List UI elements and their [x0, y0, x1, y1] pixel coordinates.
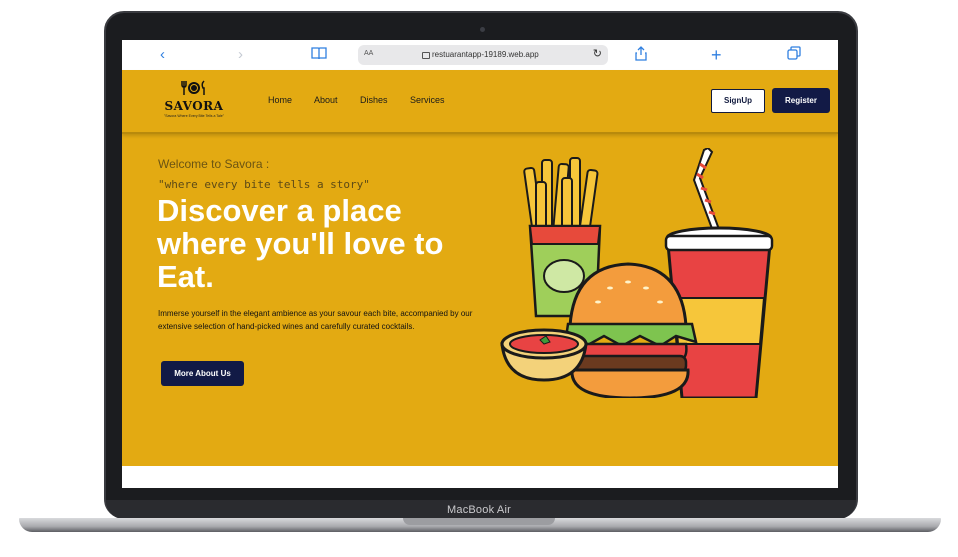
address-bar[interactable]: AA restuarantapp-19189.web.app ↻: [358, 45, 608, 65]
cutlery-plate-icon: [152, 80, 236, 99]
nav-home[interactable]: Home: [268, 95, 292, 105]
register-button[interactable]: Register: [772, 88, 830, 113]
hero-headline: Discover a place where you'll love to Ea…: [157, 193, 444, 294]
browser-toolbar: ‹ › AA restuarantapp-19189.web.app ↻ +: [122, 40, 838, 71]
share-icon[interactable]: [635, 46, 647, 64]
device-label: MacBook Air: [447, 504, 511, 516]
sauce-bowl-icon: [500, 328, 588, 382]
site-logo[interactable]: SAVORA "Savora Where Every Bite Tells a …: [152, 80, 236, 124]
hero-description: Immerse yourself in the elegant ambience…: [158, 309, 473, 331]
welcome-text: Welcome to Savora :: [158, 157, 270, 171]
url-text: restuarantapp-19189.web.app: [432, 50, 539, 59]
fast-food-illustration: [500, 148, 774, 398]
back-icon[interactable]: ‹: [160, 46, 165, 64]
nav-about[interactable]: About: [314, 95, 338, 105]
story-tagline: "where every bite tells a story": [158, 178, 370, 191]
camera: [480, 27, 485, 32]
reload-icon[interactable]: ↻: [593, 47, 602, 60]
lock-icon: [422, 52, 430, 59]
text-size-button[interactable]: AA: [364, 50, 373, 57]
logo-tagline: "Savora Where Every Bite Tells a Tale": [164, 114, 224, 118]
nav-services[interactable]: Services: [410, 95, 445, 105]
logo-name: SAVORA: [164, 99, 224, 113]
laptop-screen: ‹ › AA restuarantapp-19189.web.app ↻ + S…: [122, 40, 838, 488]
more-about-us-button[interactable]: More About Us: [161, 361, 244, 386]
nav-dishes[interactable]: Dishes: [360, 95, 388, 105]
website: SAVORA "Savora Where Every Bite Tells a …: [122, 70, 838, 466]
base-notch: [403, 518, 555, 525]
forward-icon[interactable]: ›: [238, 46, 243, 64]
reader-icon[interactable]: [311, 46, 327, 64]
tabs-icon[interactable]: [787, 46, 801, 64]
new-tab-icon[interactable]: +: [711, 46, 722, 64]
laptop-mockup: ‹ › AA restuarantapp-19189.web.app ↻ + S…: [0, 0, 958, 557]
signup-button[interactable]: SignUp: [711, 89, 765, 113]
site-navbar: SAVORA "Savora Where Every Bite Tells a …: [122, 70, 838, 134]
